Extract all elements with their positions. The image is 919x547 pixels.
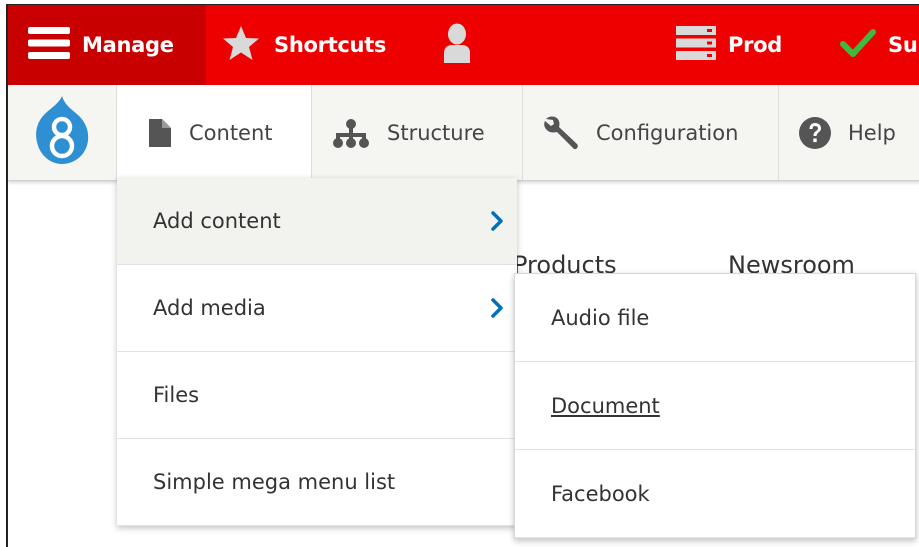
server-icon — [676, 25, 716, 65]
checkmark-icon — [840, 28, 876, 63]
menu-item-files[interactable]: Files — [117, 352, 517, 439]
shortcuts-label: Shortcuts — [274, 33, 387, 57]
star-icon — [222, 25, 260, 66]
menu-item-label: Files — [153, 383, 200, 407]
hamburger-icon — [28, 25, 70, 66]
submenu-item-audio-file[interactable]: Audio file — [515, 274, 915, 362]
submenu-item-document[interactable]: Document — [515, 362, 915, 450]
help-icon — [798, 116, 832, 150]
hierarchy-icon — [331, 118, 371, 148]
menu-item-label: Simple mega menu list — [153, 470, 396, 494]
submenu-item-label: Audio file — [551, 305, 650, 330]
admin-menu-bar: Content Structure Configuration Help — [8, 85, 919, 181]
document-icon — [147, 118, 173, 148]
prod-label: Prod — [728, 33, 783, 57]
tab-help[interactable]: Help — [780, 85, 919, 180]
shortcuts-button[interactable]: Shortcuts — [222, 5, 386, 85]
tab-content-label: Content — [189, 120, 273, 145]
drupal-home-link[interactable] — [8, 85, 117, 180]
menu-item-simple-mega-menu-list[interactable]: Simple mega menu list — [117, 439, 517, 526]
tab-structure[interactable]: Structure — [313, 85, 523, 180]
menu-item-label: Add content — [153, 209, 281, 233]
prod-environment-button[interactable]: Prod — [676, 5, 782, 85]
menu-item-label: Add media — [153, 296, 266, 320]
browser-viewport: Manage Shortcuts Prod Su Content Structu… — [6, 4, 919, 547]
submenu-item-facebook[interactable]: Facebook — [515, 450, 915, 538]
content-dropdown-menu: Add content Add media Files Simple mega … — [117, 178, 517, 526]
chevron-right-icon — [491, 211, 503, 231]
chevron-right-icon — [491, 298, 503, 318]
tab-content[interactable]: Content — [117, 85, 312, 180]
user-icon — [440, 23, 474, 68]
submenu-item-label: Document — [551, 393, 660, 418]
tab-help-label: Help — [848, 120, 896, 145]
menu-item-add-media[interactable]: Add media — [117, 265, 517, 352]
status-button[interactable]: Su — [840, 5, 918, 85]
submenu-item-label: Facebook — [551, 481, 650, 506]
manage-label: Manage — [82, 33, 174, 57]
tab-structure-label: Structure — [387, 120, 485, 145]
manage-button[interactable]: Manage — [8, 5, 206, 85]
admin-toolbar: Manage Shortcuts Prod Su — [8, 5, 919, 85]
drupal-logo-icon — [31, 94, 93, 171]
user-button[interactable] — [440, 5, 474, 85]
add-media-submenu: Audio file Document Facebook — [514, 273, 916, 539]
wrench-icon — [540, 115, 580, 151]
menu-item-add-content[interactable]: Add content — [117, 178, 517, 265]
status-label: Su — [888, 33, 918, 57]
tab-configuration-label: Configuration — [596, 120, 739, 145]
tab-configuration[interactable]: Configuration — [524, 85, 779, 180]
